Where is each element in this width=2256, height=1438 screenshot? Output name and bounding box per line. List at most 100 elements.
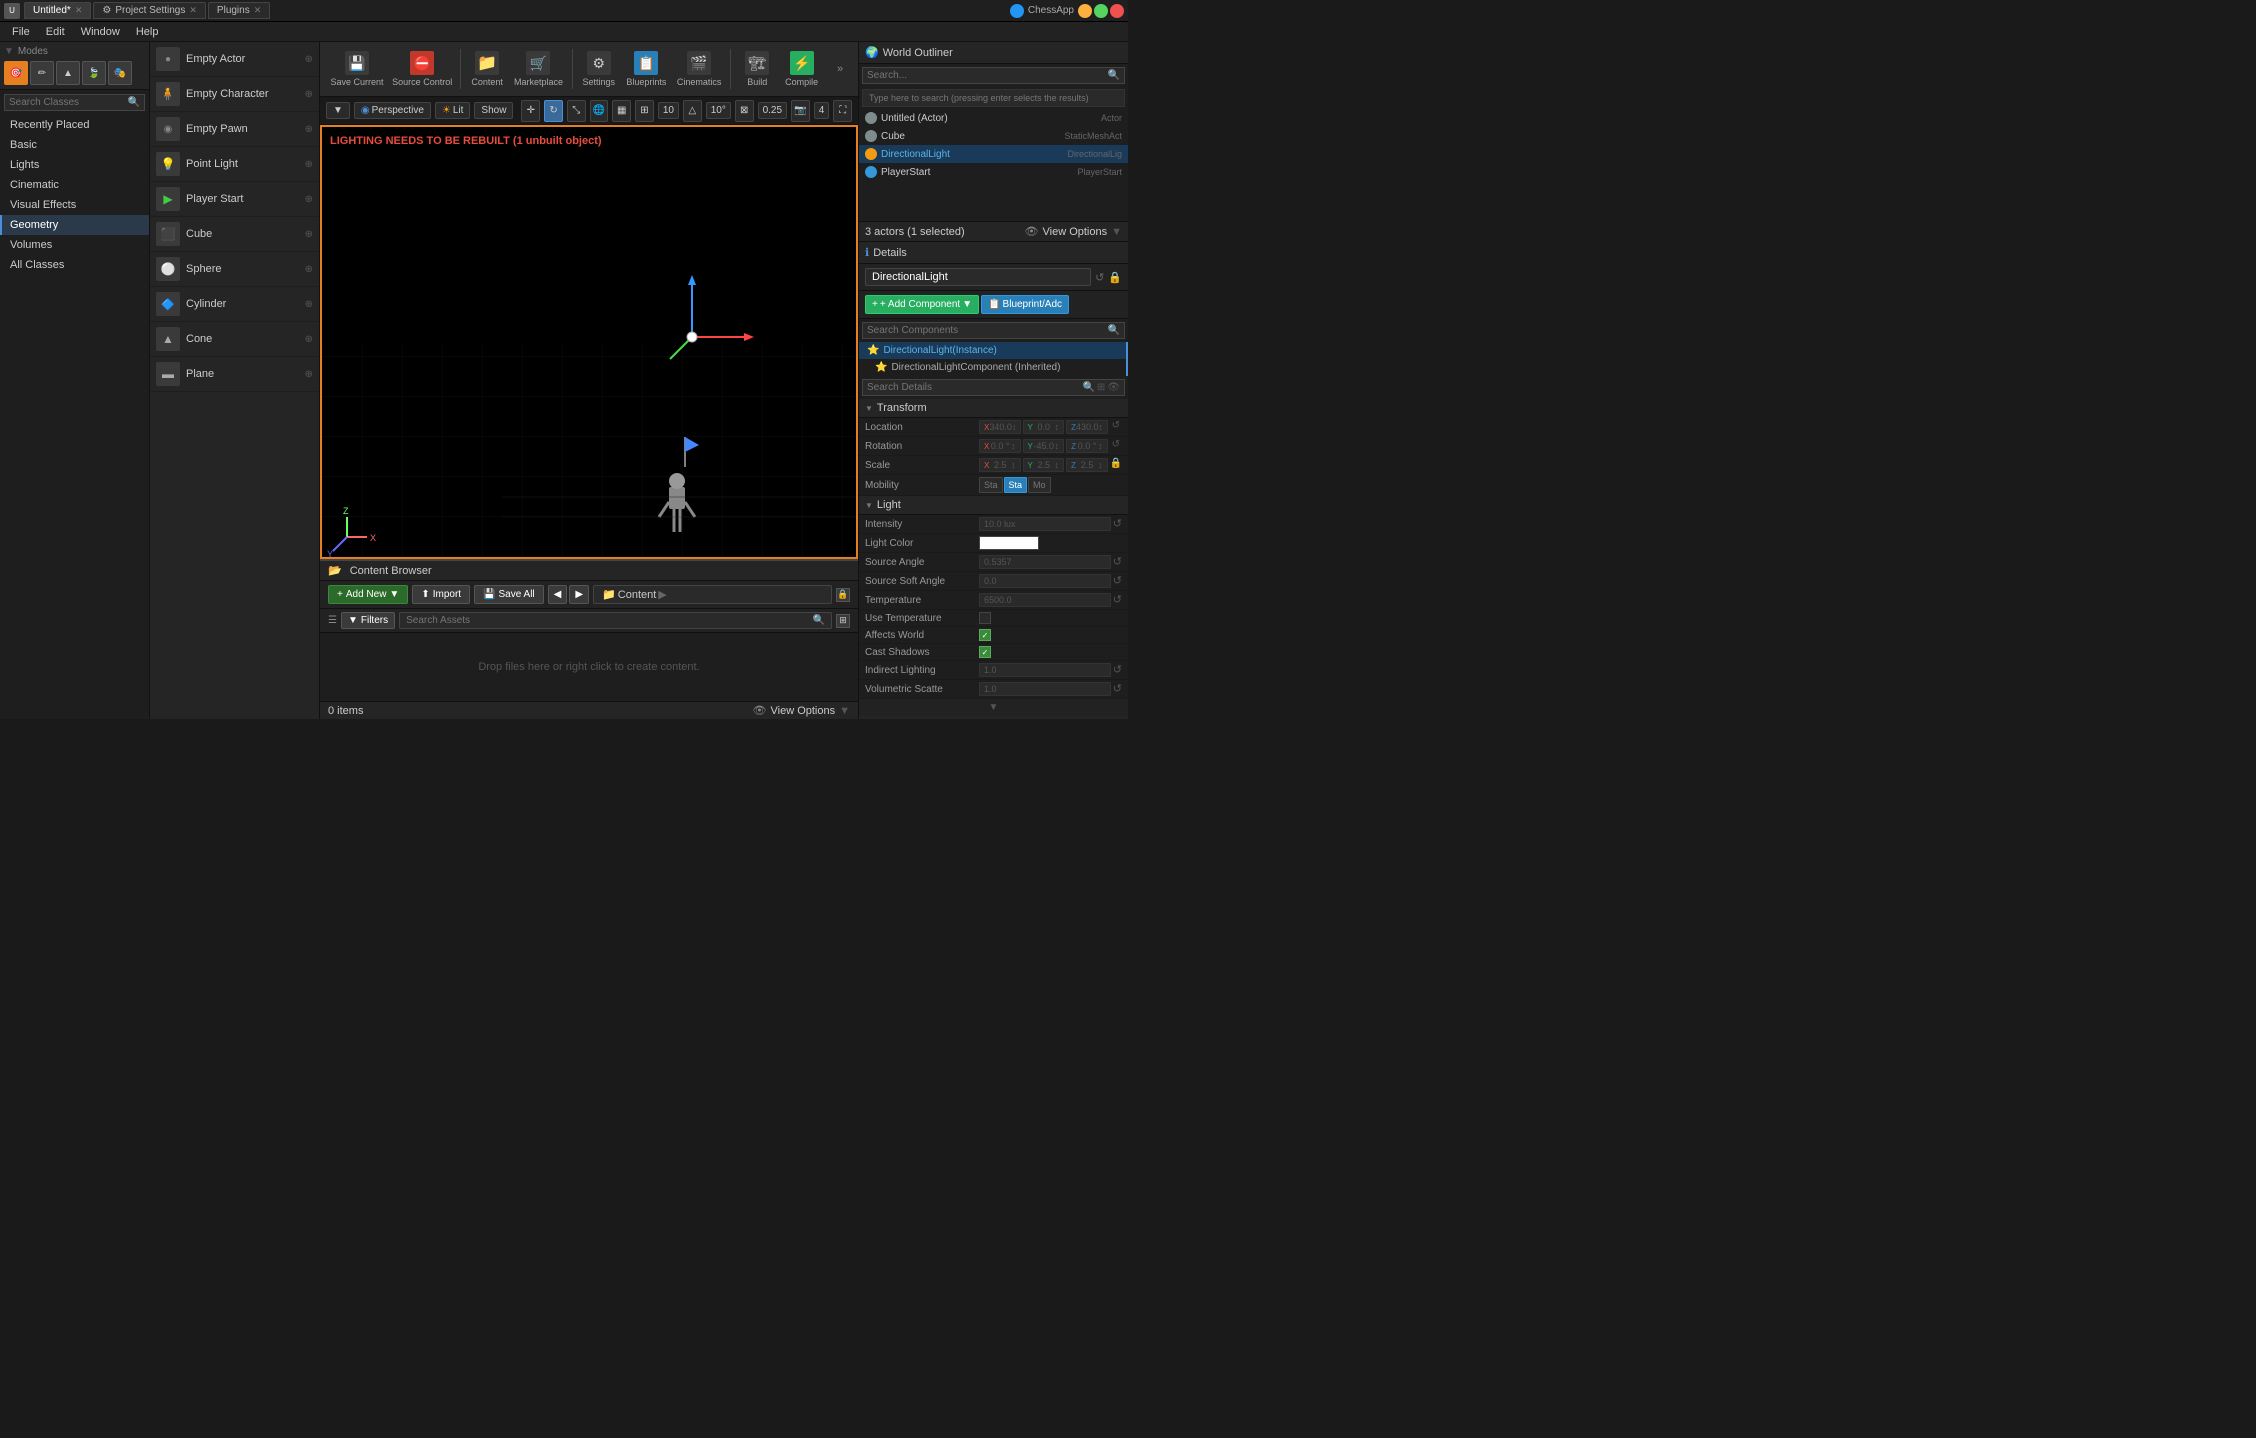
mobility-static-button[interactable]: Sta <box>979 477 1003 493</box>
translate-icon[interactable]: ✛ <box>521 100 540 122</box>
intensity-reset[interactable]: ↺ <box>1113 517 1122 531</box>
cast-shadows-checkbox[interactable] <box>979 646 991 658</box>
wo-item-directional-light[interactable]: DirectionalLight DirectionalLig <box>859 145 1128 163</box>
nav-forward-button[interactable]: ▶ <box>569 585 589 604</box>
grid-icon[interactable]: ⊞ <box>635 100 654 122</box>
marketplace-button[interactable]: 🛒 Marketplace <box>511 45 566 93</box>
rotation-x-input[interactable]: X0.0 °↕ <box>979 439 1021 453</box>
volumetric-scatter-input[interactable]: 1.0 <box>979 682 1111 696</box>
rotate-icon[interactable]: ↻ <box>544 100 563 122</box>
wo-item-player-start[interactable]: PlayerStart PlayerStart <box>859 163 1128 181</box>
mobility-stationary-button[interactable]: Sta <box>1004 477 1028 493</box>
indirect-reset[interactable]: ↺ <box>1113 663 1122 677</box>
dp-comp-directional-light-component[interactable]: ⭐ DirectionalLightComponent (Inherited) <box>859 359 1126 376</box>
category-all-classes[interactable]: All Classes <box>0 255 149 275</box>
search-assets-input[interactable] <box>406 615 812 626</box>
temperature-reset[interactable]: ↺ <box>1113 593 1122 607</box>
placement-sphere[interactable]: ⚪ Sphere ⊕ <box>150 252 319 287</box>
viewport[interactable]: LIGHTING NEEDS TO BE REBUILT (1 unbuilt … <box>320 125 858 559</box>
category-basic[interactable]: Basic <box>0 135 149 155</box>
affects-world-checkbox[interactable] <box>979 629 991 641</box>
show-button[interactable]: Show <box>474 102 513 119</box>
tab-plugins-close[interactable]: ✕ <box>254 5 262 16</box>
camera-speed[interactable]: 4 <box>814 102 830 119</box>
add-component-button[interactable]: + + Add Component ▼ <box>865 295 979 314</box>
build-button[interactable]: 🏗 Build <box>737 45 777 93</box>
source-angle-input[interactable]: 0.5357 <box>979 555 1111 569</box>
placement-cone[interactable]: ▲ Cone ⊕ <box>150 322 319 357</box>
tab-untitled[interactable]: Untitled* ✕ <box>24 2 91 19</box>
rotation-y-input[interactable]: Y-45.0↕ <box>1023 439 1065 453</box>
source-control-button[interactable]: ⛔ Source Control <box>390 45 454 93</box>
surface-icon[interactable]: ▦ <box>612 100 631 122</box>
empty-actor-add[interactable]: ⊕ <box>305 54 313 65</box>
scale-snap-icon[interactable]: ⊠ <box>735 100 754 122</box>
dp-detail-eye-icon[interactable]: 👁 <box>1107 382 1120 393</box>
mobility-movable-button[interactable]: Mo <box>1028 477 1051 493</box>
scale-y-input[interactable]: Y2.5↕ <box>1023 458 1065 472</box>
menu-file[interactable]: File <box>4 24 38 40</box>
source-soft-reset[interactable]: ↺ <box>1113 574 1122 588</box>
placement-cube[interactable]: ⬛ Cube ⊕ <box>150 217 319 252</box>
blueprint-adc-button[interactable]: 📋 Blueprint/Adc <box>981 295 1069 314</box>
placement-plane[interactable]: ▬ Plane ⊕ <box>150 357 319 392</box>
dp-detail-grid-icon[interactable]: ⊞ <box>1097 382 1105 393</box>
category-visual-effects[interactable]: Visual Effects <box>0 195 149 215</box>
category-geometry[interactable]: Geometry <box>0 215 149 235</box>
point-light-add[interactable]: ⊕ <box>305 159 313 170</box>
location-x-input[interactable]: X340.0↕ <box>979 420 1021 434</box>
close-button[interactable] <box>1110 4 1124 18</box>
dp-comp-search-input[interactable] <box>867 325 1108 336</box>
category-volumes[interactable]: Volumes <box>0 235 149 255</box>
dp-comp-directional-light-instance[interactable]: ⭐ DirectionalLight(Instance) <box>859 342 1126 359</box>
mode-landscape[interactable]: ▲ <box>56 61 80 85</box>
minimize-button[interactable] <box>1078 4 1092 18</box>
placement-empty-character[interactable]: 🧍 Empty Character ⊕ <box>150 77 319 112</box>
scale-z-input[interactable]: Z2.5↕ <box>1066 458 1108 472</box>
location-z-input[interactable]: Z430.0↕ <box>1066 420 1108 434</box>
indirect-lighting-input[interactable]: 1.0 <box>979 663 1111 677</box>
rotation-z-input[interactable]: Z0.0 °↕ <box>1066 439 1108 453</box>
world-icon[interactable]: 🌐 <box>590 100 609 122</box>
menu-help[interactable]: Help <box>128 24 167 40</box>
cube-add[interactable]: ⊕ <box>305 229 313 240</box>
empty-character-add[interactable]: ⊕ <box>305 89 313 100</box>
mode-mesh[interactable]: 🎭 <box>108 61 132 85</box>
placement-empty-actor[interactable]: ● Empty Actor ⊕ <box>150 42 319 77</box>
category-lights[interactable]: Lights <box>0 155 149 175</box>
filters-button[interactable]: ▼ Filters <box>341 612 395 629</box>
menu-edit[interactable]: Edit <box>38 24 73 40</box>
grid-size[interactable]: 10 <box>658 102 679 119</box>
mode-paint[interactable]: ✏ <box>30 61 54 85</box>
category-recently-placed[interactable]: Recently Placed <box>0 115 149 135</box>
actor-name-field[interactable]: DirectionalLight <box>865 268 1091 286</box>
light-color-swatch[interactable] <box>979 536 1039 550</box>
maximize-button[interactable] <box>1094 4 1108 18</box>
plane-add[interactable]: ⊕ <box>305 369 313 380</box>
expand-toolbar-button[interactable]: » <box>830 45 850 93</box>
use-temperature-checkbox[interactable] <box>979 612 991 624</box>
save-all-button[interactable]: 💾 Save All <box>474 585 544 604</box>
settings-button[interactable]: ⚙ Settings <box>579 45 619 93</box>
dp-lock-icon[interactable]: 🔒 <box>1108 271 1122 284</box>
placement-point-light[interactable]: 💡 Point Light ⊕ <box>150 147 319 182</box>
category-cinematic[interactable]: Cinematic <box>0 175 149 195</box>
intensity-input[interactable]: 10.0 lux <box>979 517 1111 531</box>
player-start-add[interactable]: ⊕ <box>305 194 313 205</box>
placement-player-start[interactable]: ▶ Player Start ⊕ <box>150 182 319 217</box>
wo-item-untitled-actor[interactable]: Untitled (Actor) Actor <box>859 109 1128 127</box>
placement-cylinder[interactable]: 🔷 Cylinder ⊕ <box>150 287 319 322</box>
mode-placement[interactable]: 🎯 <box>4 61 28 85</box>
tab-project-settings-close[interactable]: ✕ <box>189 5 197 16</box>
add-new-button[interactable]: + Add New ▼ <box>328 585 408 604</box>
lit-button[interactable]: ☀ Lit <box>435 102 471 119</box>
path-lock-icon[interactable]: 🔒 <box>836 588 850 602</box>
scale-x-input[interactable]: X2.5↕ <box>979 458 1021 472</box>
menu-window[interactable]: Window <box>73 24 128 40</box>
filter-options-icon[interactable]: ⊞ <box>836 614 850 628</box>
temperature-input[interactable]: 6500.0 <box>979 593 1111 607</box>
import-button[interactable]: ⬆ Import <box>412 585 470 604</box>
dp-detail-search-input[interactable] <box>867 382 1082 393</box>
nav-back-button[interactable]: ◀ <box>548 585 568 604</box>
wo-item-cube[interactable]: Cube StaticMeshAct <box>859 127 1128 145</box>
